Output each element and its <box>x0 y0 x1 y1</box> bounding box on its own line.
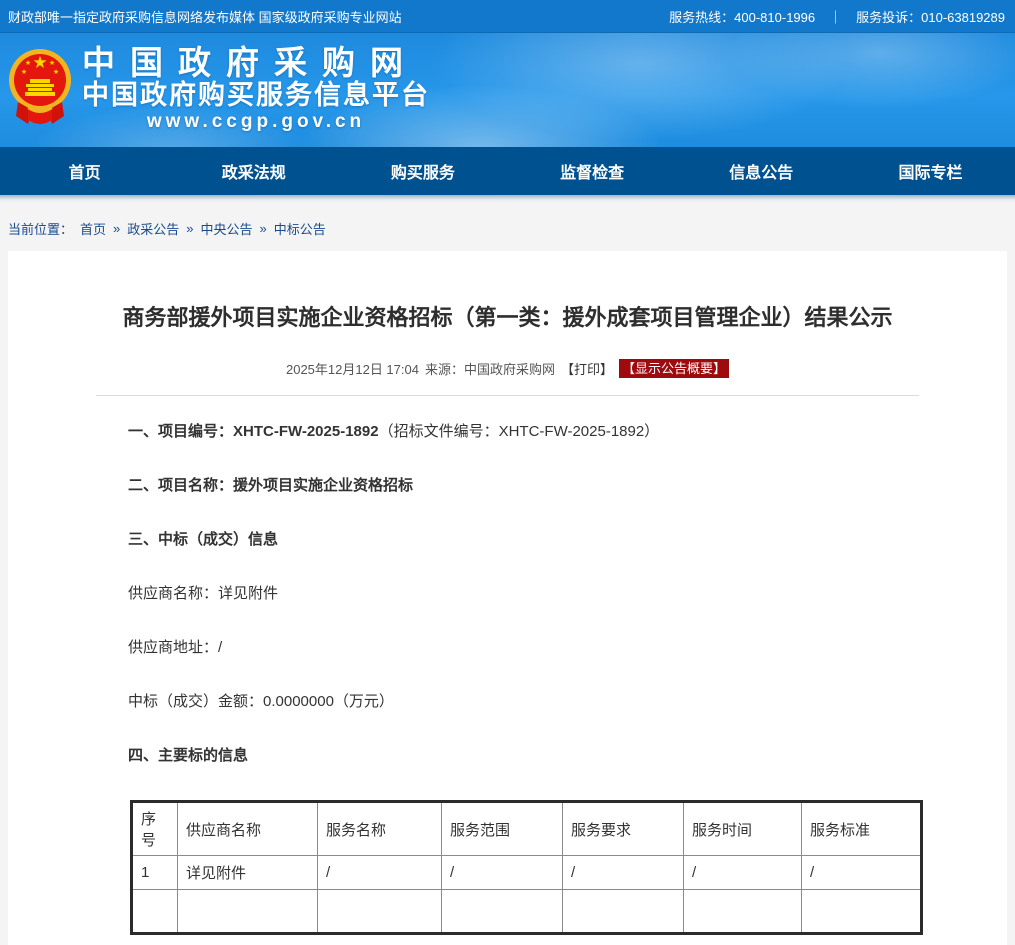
national-emblem-icon: ★ ★ ★ ★ ★ <box>8 46 72 134</box>
col-header-seq: 序号 <box>132 802 178 856</box>
nav-item-purchase-services[interactable]: 购买服务 <box>338 147 507 195</box>
paragraph-project-name: 二、项目名称：援外项目实施企业资格招标 <box>128 476 927 496</box>
breadcrumb-separator: » <box>113 221 120 236</box>
nav-item-supervision[interactable]: 监督检查 <box>508 147 677 195</box>
breadcrumb-item-central-announcements[interactable]: 中央公告 <box>201 219 253 238</box>
brand-text: 中国政府采购网 中国政府购买服务信息平台 www.ccgp.gov.cn <box>82 46 430 134</box>
lot-table-wrap: 序号 供应商名称 服务名称 服务范围 服务要求 服务时间 服务标准 1 详见附件… <box>8 800 1007 935</box>
svg-text:★: ★ <box>49 59 55 67</box>
col-header-service-standard: 服务标准 <box>802 802 922 856</box>
breadcrumb: 当前位置： 首页 » 政采公告 » 中央公告 » 中标公告 <box>0 203 1015 251</box>
nav-item-international[interactable]: 国际专栏 <box>846 147 1015 195</box>
breadcrumb-separator: » <box>186 221 193 236</box>
breadcrumb-prefix: 当前位置： <box>8 219 73 238</box>
article-meta: 2025年12月12日 17:04 来源：中国政府采购网 【打印】 【显示公告概… <box>8 359 1007 378</box>
print-button[interactable]: 【打印】 <box>561 359 613 378</box>
table-row <box>132 890 922 934</box>
nav-item-announcements[interactable]: 信息公告 <box>677 147 846 195</box>
breadcrumb-item-zhengcai-gonggao[interactable]: 政采公告 <box>127 219 179 238</box>
service-complaint: 服务投诉：010-63819289 <box>856 7 1005 26</box>
paragraph-main-lot-heading: 四、主要标的信息 <box>128 746 927 766</box>
nav-shadow-strip <box>0 195 1015 203</box>
breadcrumb-separator: » <box>260 221 267 236</box>
col-header-service-requirement: 服务要求 <box>563 802 684 856</box>
topbar: 财政部唯一指定政府采购信息网络发布媒体 国家级政府采购专业网站 服务热线：400… <box>0 0 1015 33</box>
col-header-supplier: 供应商名称 <box>178 802 318 856</box>
svg-text:★: ★ <box>32 53 47 72</box>
article-source: 来源：中国政府采购网 <box>425 359 555 378</box>
site-url: www.ccgp.gov.cn <box>82 110 430 134</box>
page-title: 商务部援外项目实施企业资格招标（第一类：援外成套项目管理企业）结果公示 <box>8 251 1007 333</box>
site-logo[interactable]: ★ ★ ★ ★ ★ 中国政府采购网 中国政府购买服务信息平台 www.ccgp.… <box>8 46 430 134</box>
lot-info-table: 序号 供应商名称 服务名称 服务范围 服务要求 服务时间 服务标准 1 详见附件… <box>130 800 923 935</box>
main-nav: 首页 政采法规 购买服务 监督检查 信息公告 国际专栏 <box>0 147 1015 195</box>
svg-text:★: ★ <box>53 68 59 76</box>
svg-text:★: ★ <box>25 59 31 67</box>
article-content: 商务部援外项目实施企业资格招标（第一类：援外成套项目管理企业）结果公示 2025… <box>8 251 1007 945</box>
col-header-service-time: 服务时间 <box>684 802 802 856</box>
breadcrumb-item-home[interactable]: 首页 <box>80 219 106 238</box>
paragraph-award-amount: 中标（成交）金额：0.0000000（万元） <box>128 692 927 712</box>
service-hotline: 服务热线：400-810-1996 <box>669 7 815 26</box>
col-header-service-name: 服务名称 <box>318 802 442 856</box>
paragraph-award-info-heading: 三、中标（成交）信息 <box>128 530 927 550</box>
article-body: 一、项目编号：XHTC-FW-2025-1892（招标文件编号：XHTC-FW-… <box>8 396 1007 766</box>
paragraph-supplier-address: 供应商地址：/ <box>128 638 927 658</box>
nav-item-regulations[interactable]: 政采法规 <box>169 147 338 195</box>
site-subtitle: 中国政府购买服务信息平台 <box>82 80 430 110</box>
topbar-slogan: 财政部唯一指定政府采购信息网络发布媒体 国家级政府采购专业网站 <box>8 7 402 26</box>
site-header: ★ ★ ★ ★ ★ 中国政府采购网 中国政府购买服务信息平台 www.ccgp.… <box>0 33 1015 147</box>
svg-text:★: ★ <box>21 68 27 76</box>
publish-date: 2025年12月12日 17:04 <box>286 359 419 378</box>
site-name: 中国政府采购网 <box>82 46 430 80</box>
table-header-row: 序号 供应商名称 服务名称 服务范围 服务要求 服务时间 服务标准 <box>132 802 922 856</box>
show-summary-button[interactable]: 【显示公告概要】 <box>619 359 729 378</box>
topbar-separator: ｜ <box>829 7 842 26</box>
topbar-contacts: 服务热线：400-810-1996 ｜ 服务投诉：010-63819289 <box>669 7 1005 26</box>
nav-item-home[interactable]: 首页 <box>0 147 169 195</box>
table-row: 1 详见附件 / / / / / <box>132 856 922 890</box>
col-header-service-scope: 服务范围 <box>442 802 563 856</box>
paragraph-supplier-name: 供应商名称：详见附件 <box>128 584 927 604</box>
paragraph-project-number: 一、项目编号：XHTC-FW-2025-1892（招标文件编号：XHTC-FW-… <box>128 422 927 442</box>
breadcrumb-item-award-announcements[interactable]: 中标公告 <box>274 219 326 238</box>
